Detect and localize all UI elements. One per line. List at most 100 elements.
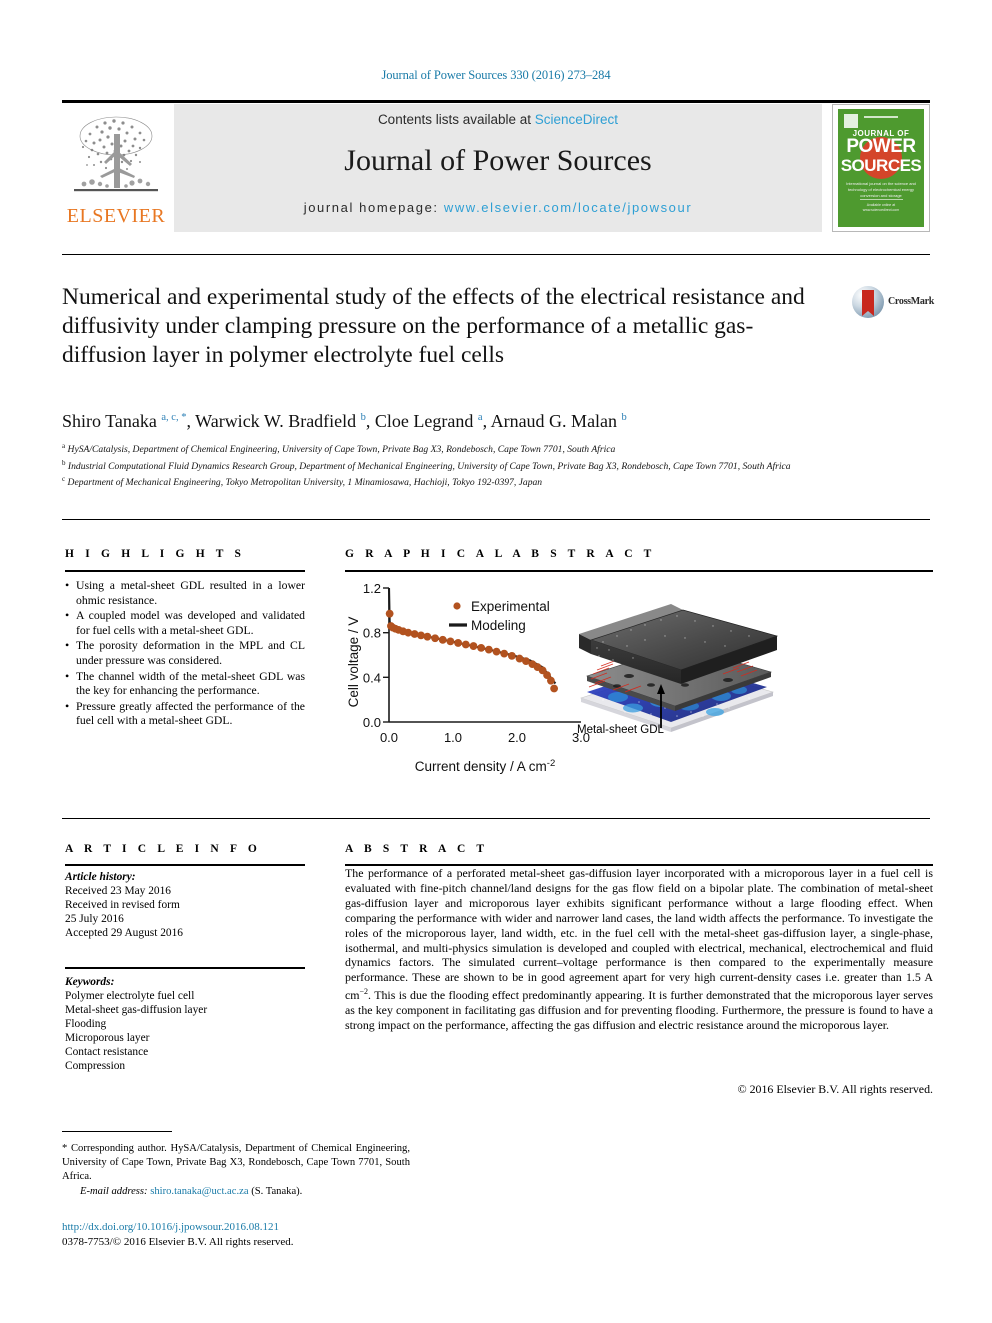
- author-2: Cloe Legrand a: [375, 411, 483, 431]
- polarization-curve-chart: 0.00.40.81.2 0.0 1.0 2.0 3.0 Cell voltage /…: [346, 581, 590, 775]
- data-point: [507, 651, 516, 660]
- svg-text:Experimental: Experimental: [471, 599, 550, 614]
- history-item: Received in revised form: [65, 899, 180, 911]
- abstract-exponent: −2: [359, 987, 369, 997]
- keywords-rule: [65, 967, 305, 969]
- highlights-rule: [65, 570, 305, 572]
- data-point: [385, 609, 394, 618]
- data-point: [484, 645, 493, 654]
- affiliation-mark: a: [62, 442, 66, 450]
- keyword-item: Metal-sheet gas-diffusion layer: [65, 1004, 208, 1016]
- article-info-rule: [65, 864, 305, 866]
- data-point: [469, 642, 478, 650]
- affiliation-row: c Department of Mechanical Engineering, …: [62, 473, 932, 490]
- homepage-link[interactable]: www.elsevier.com/locate/jpowsour: [444, 200, 692, 215]
- sciencedirect-link[interactable]: ScienceDirect: [535, 112, 618, 127]
- article-history-block: Article history: Received 23 May 2016 Re…: [65, 870, 305, 940]
- svg-text:0.0: 0.0: [363, 715, 381, 730]
- corresponding-author-note: * Corresponding author. HySA/Catalysis, …: [62, 1143, 410, 1183]
- keyword-item: Polymer electrolyte fuel cell: [65, 990, 195, 1002]
- abstract-copyright: © 2016 Elsevier B.V. All rights reserved…: [737, 1082, 933, 1096]
- svg-text:0.8: 0.8: [363, 626, 381, 641]
- history-item: 25 July 2016: [65, 913, 124, 925]
- content-separator-rule: [62, 519, 930, 520]
- email-link[interactable]: shiro.tanaka@uct.ac.za: [150, 1186, 248, 1197]
- crossmark-badge[interactable]: CrossMark: [852, 286, 944, 320]
- keyword-item: Flooding: [65, 1018, 107, 1030]
- cover-art: JOURNAL OF POWER SOURCES International j…: [838, 109, 924, 227]
- author-name: Cloe Legrand: [374, 411, 474, 431]
- header-top-rule: [62, 100, 930, 103]
- author-list: Shiro Tanaka a, c, *, Warwick W. Bradfie…: [62, 411, 932, 432]
- svg-text:0.4: 0.4: [363, 670, 381, 685]
- abstract-heading: A B S T R A C T: [345, 843, 489, 855]
- cover-top-rule: [863, 116, 899, 118]
- svg-text:1.2: 1.2: [363, 581, 381, 596]
- elsevier-tree-icon: [74, 116, 158, 192]
- cover-footer: Available online at www.sciencedirect.co…: [862, 203, 900, 212]
- history-item: Accepted 29 August 2016: [65, 927, 183, 939]
- email-label: E-mail address:: [80, 1186, 148, 1197]
- author-0: Shiro Tanaka a, c, *: [62, 411, 186, 431]
- fuel-cell-3d-render: [579, 604, 779, 732]
- data-point: [547, 676, 555, 685]
- elsevier-logo: ELSEVIER: [62, 104, 170, 232]
- author-3: Arnaud G. Malan b: [491, 411, 627, 431]
- author-name: Shiro Tanaka: [62, 411, 157, 431]
- svg-text:Cell voltage / V: Cell voltage / V: [346, 617, 361, 708]
- affiliation-row: b Industrial Computational Fluid Dynamic…: [62, 457, 932, 474]
- cover-line2: POWER: [846, 136, 916, 157]
- graphical-abstract-figure: 0.0 0.4 0.8 1.2 0.0 1.0 2.0 3.0 Cell voltage /…: [345, 576, 933, 786]
- list-item: A coupled model was developed and valida…: [65, 608, 305, 638]
- data-point: [550, 684, 559, 693]
- journal-header-band: ELSEVIER Contents lists available at Sci…: [62, 104, 930, 232]
- list-item: Pressure greatly affected the performanc…: [65, 699, 305, 729]
- data-point: [431, 634, 439, 643]
- highlights-list: Using a metal-sheet GDL resulted in a lo…: [65, 578, 305, 730]
- figure-annotation-label: Metal-sheet GDL: [577, 724, 664, 736]
- journal-citation: Journal of Power Sources 330 (2016) 273–…: [381, 68, 611, 82]
- journal-title: Journal of Power Sources: [344, 144, 652, 177]
- list-item: Using a metal-sheet GDL resulted in a lo…: [65, 578, 305, 608]
- author-sep-1: ,: [365, 411, 375, 431]
- crossmark-bookmark-shape: [862, 290, 874, 316]
- data-point: [492, 647, 501, 656]
- keyword-item: Microporous layer: [65, 1032, 150, 1044]
- svg-text:1.0: 1.0: [444, 730, 462, 745]
- affiliation-text: Department of Mechanical Engineering, To…: [67, 477, 543, 489]
- cover-bottom-rule: [859, 199, 903, 200]
- data-point: [454, 639, 463, 647]
- journal-cover-thumbnail: JOURNAL OF POWER SOURCES International j…: [832, 104, 930, 232]
- author-sep-0: ,: [186, 411, 196, 431]
- list-item: The porosity deformation in the MPL and …: [65, 638, 305, 668]
- footnote-rule: [62, 1131, 172, 1132]
- affiliation-mark: c: [62, 475, 66, 484]
- abstract-part2: . This is due the flooding effect predom…: [345, 988, 933, 1033]
- email-line: E-mail address: shiro.tanaka@uct.ac.za (…: [62, 1186, 410, 1197]
- data-point: [404, 628, 413, 637]
- svg-text:Current density / A cm-2: Current density / A cm-2: [415, 758, 556, 775]
- affiliation-row: a HySA/Catalysis, Department of Chemical…: [62, 440, 932, 457]
- affiliation-mark: b: [62, 458, 66, 467]
- header-bottom-rule: [62, 254, 930, 255]
- issn-copyright: 0378-7753/© 2016 Elsevier B.V. All right…: [62, 1236, 294, 1248]
- history-label: Article history:: [65, 871, 136, 883]
- abstract-separator-rule: [62, 818, 930, 819]
- author-name: Arnaud G. Malan: [490, 411, 618, 431]
- data-point: [477, 643, 486, 652]
- crossmark-label: CrossMark: [888, 296, 935, 307]
- keyword-item: Contact resistance: [65, 1046, 149, 1058]
- cover-line3: SOURCES: [840, 156, 922, 175]
- page-title: Numerical and experimental study of the …: [62, 284, 805, 368]
- abstract-body: The performance of a perforated metal-sh…: [345, 866, 933, 1033]
- journal-homepage-line: journal homepage: www.elsevier.com/locat…: [174, 200, 822, 215]
- data-point: [500, 649, 509, 658]
- contents-prefix: Contents lists available at: [377, 112, 535, 127]
- keywords-label: Keywords:: [65, 976, 115, 988]
- data-point: [423, 632, 432, 641]
- email-suffix: (S. Tanaka).: [251, 1186, 303, 1197]
- data-point: [417, 631, 425, 640]
- doi-link[interactable]: http://dx.doi.org/10.1016/j.jpowsour.201…: [62, 1221, 279, 1233]
- author-1: Warwick W. Bradfield b: [195, 411, 366, 431]
- graphical-abstract-heading: G R A P H I C A L A B S T R A C T: [345, 548, 656, 560]
